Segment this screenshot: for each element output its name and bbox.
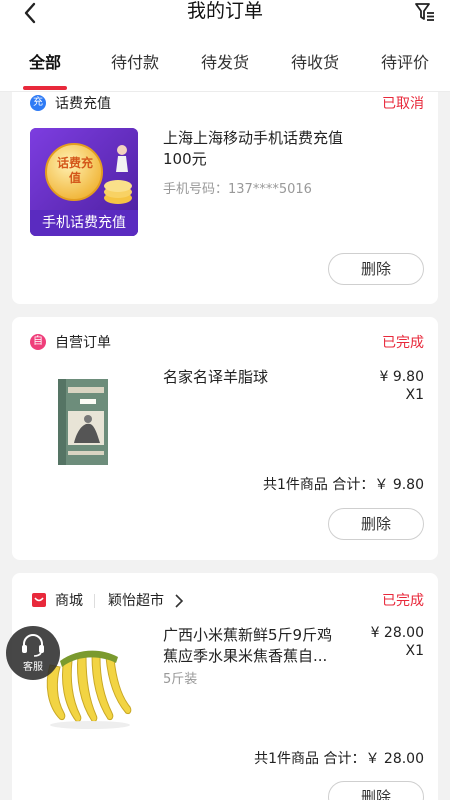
headset-icon [22,634,44,657]
book-cover-image [58,379,108,465]
filter-button[interactable] [412,0,438,24]
header: 我的订单 全部 待付款 待发货 待收货 待评价 [0,0,450,92]
sub-store-name[interactable]: 颖怡超市 [108,590,164,610]
nav-bar: 我的订单 [0,0,450,28]
order-status: 已取消 [382,96,424,112]
product-thumbnail[interactable]: 话费充值 手机话费充值 [30,128,138,236]
thumb-badge: 话费充值 [56,156,93,185]
tab-pending-review[interactable]: 待评价 [381,50,429,76]
product-name[interactable]: 广西小米蕉新鲜5斤9斤鸡蕉应季水果米焦香蕉自... [163,625,343,667]
self-store-icon: 自 [30,334,46,350]
filter-icon [415,3,434,21]
recharge-store-icon: 充 [30,95,46,111]
divider [94,594,95,608]
store-name: 自营订单 [55,335,111,351]
customer-service-button[interactable]: 客服 [6,626,60,680]
tab-pending-receipt[interactable]: 待收货 [291,50,339,76]
store-name: 商城 [55,593,83,609]
product-name[interactable]: 名家名译羊脂球 [163,367,353,388]
product-spec: 5斤装 [163,672,198,687]
product-thumbnail[interactable] [30,367,138,475]
tab-pending-shipment[interactable]: 待发货 [201,50,249,76]
order-total: 共1件商品 合计：￥ 28.00 [254,751,424,767]
product-quantity: X1 [405,643,425,659]
order-card[interactable]: 商城 颖怡超市 已完成 广西小米蕉新鲜5斤9斤鸡蕉应季水果米焦香蕉自... 5斤… [12,573,438,800]
product-quantity: X1 [405,387,425,403]
order-list[interactable]: 充 话费充值 已取消 话费充值 手机话费充值 上海上海移动手机话费充值100元 … [0,92,450,800]
chevron-right-icon[interactable] [174,594,184,608]
customer-service-label: 客服 [23,662,43,673]
order-status: 已完成 [382,335,424,351]
active-tab-indicator [23,86,67,90]
order-card[interactable]: 自 自营订单 已完成 名家名译羊脂球 ¥ 9.80 X1 共1件商品 合计：￥ … [12,317,438,560]
product-price: ¥ 9.80 [379,369,424,385]
order-tabs: 全部 待付款 待发货 待收货 待评价 [0,50,450,78]
order-status: 已完成 [382,593,424,609]
order-total: 共1件商品 合计：￥ 9.80 [263,477,424,493]
mall-store-icon [32,593,46,607]
thumb-caption: 手机话费充值 [30,210,138,236]
delete-order-button[interactable]: 删除 [328,253,424,285]
page-title: 我的订单 [186,0,263,22]
tab-pending-payment[interactable]: 待付款 [111,50,159,76]
tab-all[interactable]: 全部 [29,50,61,76]
delete-order-button[interactable]: 删除 [328,781,424,800]
product-name[interactable]: 上海上海移动手机话费充值100元 [163,128,343,170]
order-card[interactable]: 充 话费充值 已取消 话费充值 手机话费充值 上海上海移动手机话费充值100元 … [12,92,438,304]
product-price: ¥ 28.00 [370,625,424,641]
phone-number: 手机号码：137****5016 [163,182,312,197]
store-name: 话费充值 [55,96,111,112]
delete-order-button[interactable]: 删除 [328,508,424,540]
